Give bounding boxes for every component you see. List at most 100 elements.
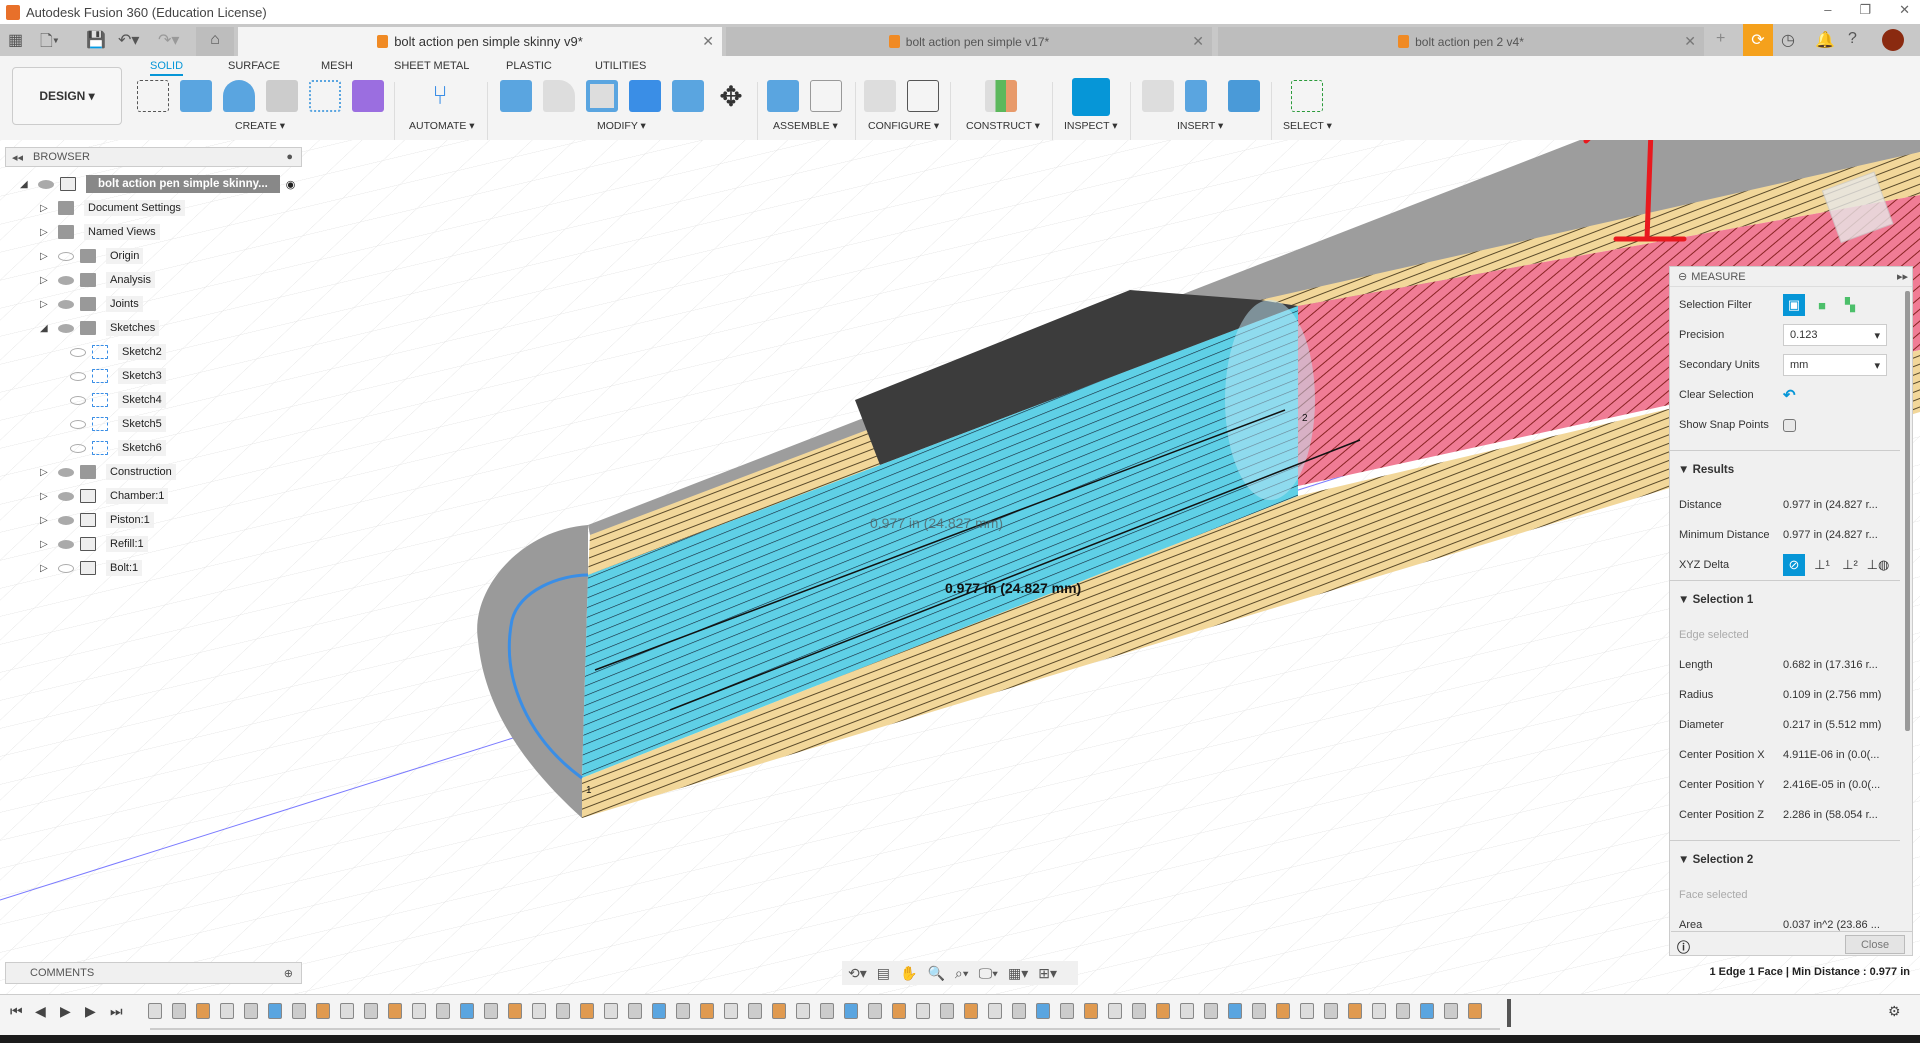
- browser-item[interactable]: ▷ Origin: [40, 246, 144, 266]
- timeline-feature-icon[interactable]: [1060, 1003, 1074, 1019]
- timeline-feature-icon[interactable]: [172, 1003, 186, 1019]
- pattern-icon[interactable]: [309, 80, 341, 112]
- filter-body-icon[interactable]: ■: [1811, 294, 1833, 316]
- joint-icon[interactable]: [810, 80, 842, 112]
- press-pull-icon[interactable]: [500, 80, 532, 112]
- timeline-feature-icon[interactable]: [148, 1003, 162, 1019]
- maximize-button[interactable]: ❐: [1859, 2, 1871, 18]
- panel-scrollbar[interactable]: [1905, 291, 1910, 731]
- collapse-triangle-icon[interactable]: ◢: [40, 323, 50, 334]
- timeline-feature-icon[interactable]: [220, 1003, 234, 1019]
- timeline-feature-icon[interactable]: [1012, 1003, 1026, 1019]
- user-avatar[interactable]: [1882, 29, 1904, 51]
- timeline-feature-icon[interactable]: [1252, 1003, 1266, 1019]
- browser-item[interactable]: ▷ Chamber:1: [40, 486, 169, 506]
- tab-mesh[interactable]: MESH: [321, 60, 353, 72]
- timeline-feature-icon[interactable]: [196, 1003, 210, 1019]
- play-icon[interactable]: ▶: [60, 1003, 71, 1020]
- shell-icon[interactable]: [586, 80, 618, 112]
- comments-panel[interactable]: COMMENTS ⊕: [5, 962, 302, 984]
- eye-icon[interactable]: [58, 251, 74, 261]
- timeline-feature-icon[interactable]: [796, 1003, 810, 1019]
- tab-plastic[interactable]: PLASTIC: [506, 60, 552, 72]
- browser-item[interactable]: ◢ Sketches: [40, 318, 160, 338]
- configuration-table-icon[interactable]: [907, 80, 939, 112]
- timeline-feature-icon[interactable]: [844, 1003, 858, 1019]
- timeline-feature-icon[interactable]: [892, 1003, 906, 1019]
- timeline-feature-icon[interactable]: [1036, 1003, 1050, 1019]
- tab-pen-2-v4[interactable]: bolt action pen 2 v4* ✕: [1218, 27, 1704, 56]
- expand-triangle-icon[interactable]: ▷: [40, 203, 50, 214]
- eye-icon[interactable]: [58, 467, 74, 477]
- timeline-feature-icon[interactable]: [1300, 1003, 1314, 1019]
- look-at-icon[interactable]: ▤: [877, 965, 890, 982]
- assemble-menu[interactable]: ASSEMBLE ▾: [773, 120, 838, 132]
- redo-icon[interactable]: ↷▾: [158, 30, 179, 50]
- close-button[interactable]: Close: [1845, 935, 1905, 954]
- close-window-button[interactable]: ✕: [1899, 2, 1910, 18]
- timeline-track[interactable]: [150, 1028, 1500, 1030]
- expand-triangle-icon[interactable]: ▷: [40, 467, 50, 478]
- tab-utilities[interactable]: UTILITIES: [595, 60, 646, 72]
- browser-item[interactable]: Sketch4: [62, 390, 166, 410]
- precision-dropdown[interactable]: 0.123 ▾: [1783, 324, 1887, 346]
- browser-item[interactable]: ▷ Joints: [40, 294, 143, 314]
- 3d-viewport[interactable]: 0.977 in (24.827 mm) 0.977 in (24.827 mm…: [0, 140, 1920, 994]
- timeline-feature-icon[interactable]: [1156, 1003, 1170, 1019]
- collapse-triangle-icon[interactable]: ▼: [1678, 594, 1693, 606]
- tab-sheet-metal[interactable]: SHEET METAL: [394, 60, 469, 72]
- grid-settings-icon[interactable]: ▦▾: [1008, 965, 1028, 982]
- timeline-feature-icon[interactable]: [820, 1003, 834, 1019]
- browser-item[interactable]: Sketch3: [62, 366, 166, 386]
- step-forward-icon[interactable]: ▶: [85, 1003, 96, 1020]
- display-settings-icon[interactable]: 🖵▾: [979, 965, 998, 982]
- eye-icon[interactable]: [58, 563, 74, 573]
- browser-item[interactable]: ▷ Construction: [40, 462, 176, 482]
- split-body-icon[interactable]: [672, 80, 704, 112]
- eye-icon[interactable]: [58, 539, 74, 549]
- browser-root[interactable]: ◢ bolt action pen simple skinny... ◉: [20, 174, 295, 194]
- timeline-feature-icon[interactable]: [1204, 1003, 1218, 1019]
- timeline-feature-icon[interactable]: [268, 1003, 282, 1019]
- expand-triangle-icon[interactable]: ▷: [40, 251, 50, 262]
- eye-icon[interactable]: [70, 347, 86, 357]
- delta-axis-1-icon[interactable]: ⊥¹: [1811, 554, 1833, 576]
- collapse-triangle-icon[interactable]: ▼: [1678, 854, 1693, 866]
- timeline-feature-icon[interactable]: [1108, 1003, 1122, 1019]
- history-clock-icon[interactable]: ◷: [1781, 30, 1795, 50]
- add-comment-icon[interactable]: ⊕: [284, 967, 293, 980]
- configure-menu[interactable]: CONFIGURE ▾: [868, 120, 939, 132]
- timeline-feature-icon[interactable]: [244, 1003, 258, 1019]
- close-tab-icon[interactable]: ✕: [1192, 33, 1204, 50]
- eye-icon[interactable]: [38, 179, 54, 189]
- fit-icon[interactable]: ⌕▾: [955, 965, 969, 982]
- measure-icon[interactable]: [1072, 78, 1110, 116]
- tab-solid[interactable]: SOLID: [150, 60, 184, 76]
- go-to-start-icon[interactable]: ⏮: [10, 1003, 23, 1020]
- fillet-icon[interactable]: [543, 80, 575, 112]
- eye-icon[interactable]: [58, 275, 74, 285]
- timeline-feature-icon[interactable]: [556, 1003, 570, 1019]
- timeline-feature-icon[interactable]: [676, 1003, 690, 1019]
- expand-triangle-icon[interactable]: ▷: [40, 491, 50, 502]
- file-menu-icon[interactable]: 🗋▾: [40, 30, 59, 57]
- inspect-menu[interactable]: INSPECT ▾: [1064, 120, 1118, 132]
- expand-triangle-icon[interactable]: ▷: [40, 539, 50, 550]
- select-menu[interactable]: SELECT ▾: [1283, 120, 1332, 132]
- browser-item[interactable]: ▷ Analysis: [40, 270, 155, 290]
- collapse-browser-icon[interactable]: ◂◂: [12, 151, 23, 164]
- eye-icon[interactable]: [58, 299, 74, 309]
- timeline-feature-icon[interactable]: [1444, 1003, 1458, 1019]
- select-window-icon[interactable]: [1291, 80, 1323, 112]
- move-icon[interactable]: ✥: [715, 80, 747, 112]
- secondary-units-dropdown[interactable]: mm ▾: [1783, 354, 1887, 376]
- timeline-feature-icon[interactable]: [1468, 1003, 1482, 1019]
- browser-item[interactable]: ▷ Piston:1: [40, 510, 154, 530]
- automate-menu[interactable]: AUTOMATE ▾: [409, 120, 475, 132]
- new-tab-icon[interactable]: +: [1716, 30, 1725, 48]
- browser-item[interactable]: Sketch5: [62, 414, 166, 434]
- go-to-end-icon[interactable]: ⏭: [110, 1003, 123, 1020]
- eye-icon[interactable]: [58, 515, 74, 525]
- eye-icon[interactable]: [58, 323, 74, 333]
- timeline-feature-icon[interactable]: [988, 1003, 1002, 1019]
